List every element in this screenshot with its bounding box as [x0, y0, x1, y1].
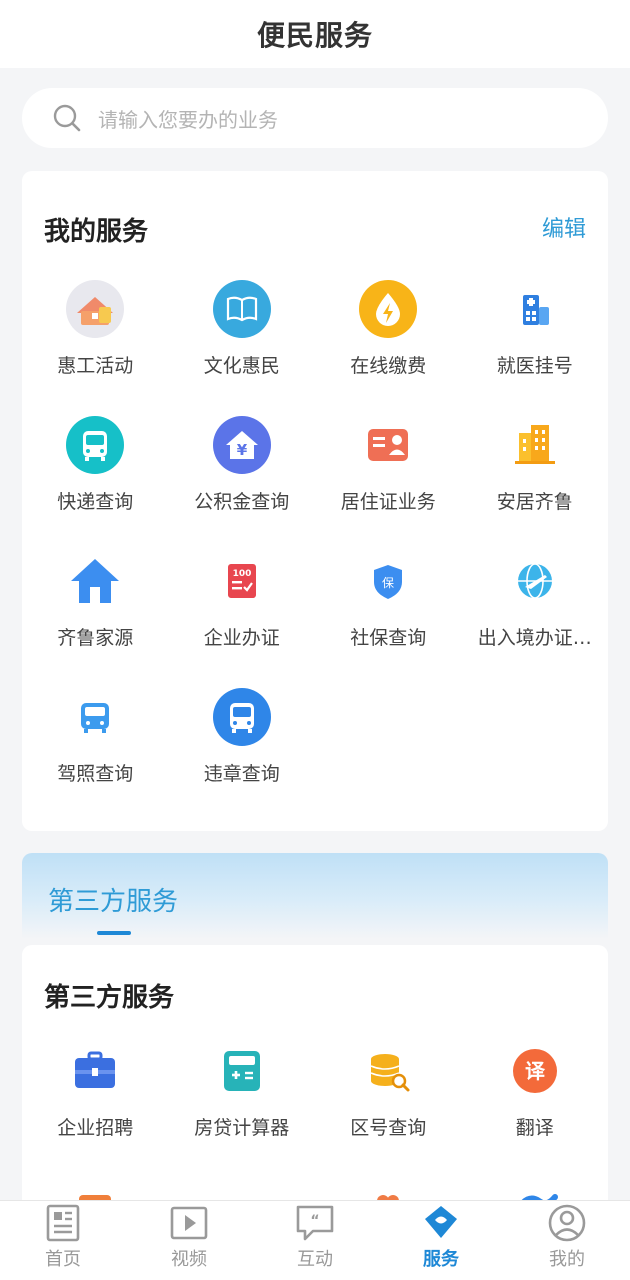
service-label: 安居齐鲁 [496, 491, 573, 513]
nav-label: 我的 [549, 1249, 585, 1270]
tab-underline [97, 931, 131, 935]
third-party-label: 区号查询 [350, 1117, 427, 1139]
translate-icon: 译 [512, 1049, 557, 1093]
service-label: 公积金查询 [194, 491, 290, 513]
nav-label: 首页 [45, 1249, 81, 1270]
id-card-icon [368, 429, 409, 461]
home-icon [71, 559, 120, 603]
svg-text:¥: ¥ [237, 441, 248, 459]
nav-mine[interactable]: 我的 [504, 1201, 630, 1280]
service-item[interactable]: 驾照查询 [22, 687, 169, 823]
my-services-title: 我的服务 [44, 217, 149, 247]
search-bar[interactable]: 请输入您要办的业务 [22, 88, 608, 148]
service-item[interactable]: 保 社保查询 [315, 551, 462, 687]
gift-house-icon [66, 280, 125, 338]
svg-text:译: 译 [525, 1059, 546, 1083]
shield-icon: 保 [374, 565, 403, 599]
yuan-house-icon: ¥ [212, 416, 271, 474]
nav-label: 视频 [171, 1249, 207, 1270]
nav-label: 服务 [423, 1249, 459, 1270]
svg-text:100: 100 [232, 569, 251, 579]
building-icon [514, 425, 555, 464]
service-label: 企业办证 [203, 627, 280, 649]
service-label: 社保查询 [350, 627, 427, 649]
service-label: 违章查询 [203, 763, 280, 785]
bus-icon [66, 416, 125, 474]
service-item[interactable]: 快递查询 [22, 415, 169, 551]
bottom-nav: 首页 视频 “ 互动 服务 我的 [0, 1200, 630, 1280]
svg-text:“: “ [310, 1213, 319, 1229]
third-party-title: 第三方服务 [44, 983, 175, 1013]
briefcase-icon [75, 1051, 116, 1088]
calculator-icon [223, 1051, 260, 1091]
service-label: 在线缴费 [350, 355, 427, 377]
service-item[interactable]: 文化惠民 [169, 279, 316, 415]
third-party-tab-banner[interactable]: 第三方服务 [22, 853, 608, 939]
service-label: 齐鲁家源 [57, 627, 134, 649]
chat-icon: “ [296, 1205, 334, 1241]
book-icon [212, 280, 271, 338]
coins-search-icon [370, 1054, 410, 1092]
service-label: 就医挂号 [496, 355, 573, 377]
service-item[interactable]: 安居齐鲁 [462, 415, 609, 551]
news-icon [46, 1204, 80, 1242]
page-title: 便民服务 [256, 19, 373, 52]
third-party-item[interactable]: 译 翻译 [462, 1041, 609, 1181]
lightning-drop-icon [359, 280, 418, 338]
search-input[interactable]: 请输入您要办的业务 [98, 104, 278, 133]
my-services-card: 我的服务 编辑 惠工活动 文化惠民 在线缴费 就医挂号 快递查询 ¥ 公积金查询… [22, 171, 608, 831]
third-party-label: 翻译 [515, 1117, 554, 1139]
small-bus-icon [81, 703, 110, 733]
nav-service[interactable]: 服务 [378, 1201, 504, 1280]
service-label: 惠工活动 [57, 355, 134, 377]
top-bar: 便民服务 [0, 0, 630, 68]
service-item[interactable]: 惠工活动 [22, 279, 169, 415]
service-item[interactable]: 就医挂号 [462, 279, 609, 415]
third-party-item[interactable]: 区号查询 [315, 1041, 462, 1181]
service-label: 快递查询 [57, 491, 134, 513]
third-party-label: 房贷计算器 [194, 1117, 290, 1139]
third-party-item[interactable]: 企业招聘 [22, 1041, 169, 1181]
search-icon [53, 104, 81, 132]
third-party-label: 企业招聘 [57, 1117, 134, 1139]
video-icon [170, 1206, 208, 1240]
nav-interact[interactable]: “ 互动 [252, 1201, 378, 1280]
third-party-tab-label: 第三方服务 [48, 887, 179, 917]
edit-button[interactable]: 编辑 [542, 211, 586, 243]
service-label: 居住证业务 [340, 491, 436, 513]
hospital-icon [522, 295, 549, 325]
service-icon [425, 1206, 457, 1238]
plane-globe-icon [517, 563, 552, 599]
service-item[interactable]: 出入境办证… [462, 551, 609, 687]
checklist-icon: 100 [227, 564, 256, 598]
svg-text:保: 保 [382, 576, 394, 590]
bus-circle-icon [212, 688, 271, 746]
service-item[interactable]: ¥ 公积金查询 [169, 415, 316, 551]
nav-home[interactable]: 首页 [0, 1201, 126, 1280]
service-label: 出入境办证… [477, 627, 592, 649]
service-item[interactable]: 100 企业办证 [169, 551, 316, 687]
service-item[interactable]: 在线缴费 [315, 279, 462, 415]
service-item[interactable]: 居住证业务 [315, 415, 462, 551]
service-label: 驾照查询 [57, 763, 134, 785]
service-item[interactable]: 齐鲁家源 [22, 551, 169, 687]
nav-video[interactable]: 视频 [126, 1201, 252, 1280]
my-services-grid: 惠工活动 文化惠民 在线缴费 就医挂号 快递查询 ¥ 公积金查询 居住证业务 安… [22, 279, 608, 823]
user-icon [548, 1204, 586, 1242]
third-party-item[interactable]: 房贷计算器 [169, 1041, 316, 1181]
service-label: 文化惠民 [203, 355, 280, 377]
nav-label: 互动 [297, 1249, 333, 1270]
service-item[interactable]: 违章查询 [169, 687, 316, 823]
